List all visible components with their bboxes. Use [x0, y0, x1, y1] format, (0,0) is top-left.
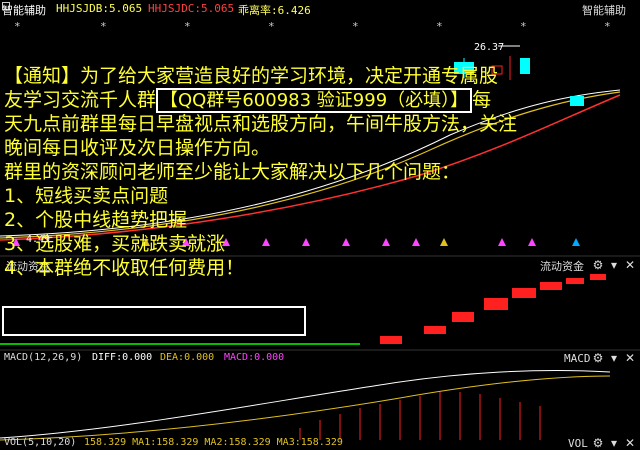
notice-item: 4、本群绝不收取任何费用！: [4, 257, 245, 279]
notice-line: 【通知】为了给大家营造良好的学习环境，决定开通专属股: [4, 65, 499, 87]
chevron-down-icon[interactable]: ▾: [608, 352, 620, 364]
marker-star: *: [268, 20, 275, 33]
marker-star: *: [604, 20, 611, 33]
notice-item: 3、选股难，买就跌卖就涨: [4, 233, 226, 255]
qq-group-box[interactable]: 【QQ群号600983 验证999（必填）】: [156, 88, 473, 113]
macd-diff: DIFF:0.000: [92, 352, 153, 363]
gear-icon[interactable]: ⚙: [592, 437, 604, 449]
marker-star: *: [184, 20, 191, 33]
macd-dea: DEA:0.000: [160, 352, 215, 363]
marker-star: *: [100, 20, 107, 33]
notice-item: 1、短线买卖点问题: [4, 185, 169, 207]
macd-bars: [299, 392, 541, 440]
marker-star: *: [352, 20, 359, 33]
notice-line: 群里的资深顾问老师至少能让大家解决以下几个问题：: [4, 161, 461, 183]
notice-line: 晚间每日收评及次日操作方向。: [4, 137, 271, 159]
close-icon[interactable]: ✕: [624, 352, 636, 364]
vol-title: VOL: [568, 437, 588, 450]
notice-line: 友学习交流千人群 【QQ群号600983 验证999（必填）】每: [4, 88, 640, 113]
macd-title: MACD: [564, 352, 591, 365]
marker-star: *: [520, 20, 527, 33]
close-icon[interactable]: ✕: [624, 437, 636, 449]
chevron-down-icon[interactable]: ▾: [608, 437, 620, 449]
macd-label: MACD(12,26,9): [4, 352, 83, 363]
notice-overlay: 【通知】为了给大家营造良好的学习环境，决定开通专属股 友学习交流千人群 【QQ群号…: [4, 64, 640, 280]
marker-star: *: [14, 20, 21, 33]
notice-text: 每: [472, 89, 492, 111]
vol-values: 158.329 MA1:158.329 MA2:158.329 MA3:158.…: [84, 437, 343, 448]
diff-line: [0, 370, 611, 439]
dea-line: [0, 375, 611, 441]
macd-value: MACD:0.000: [224, 352, 285, 363]
marker-star: *: [436, 20, 443, 33]
notice-item: 2、个股中线趋势把握: [4, 209, 188, 231]
free-notice-box: [2, 306, 306, 336]
notice-text: 友学习交流千人群: [4, 89, 157, 111]
gear-icon[interactable]: ⚙: [592, 352, 604, 364]
peak-label: 26.37: [474, 42, 504, 53]
notice-line: 天九点前群里每日早盘视点和选股方向，午间牛股方法，关注: [4, 113, 518, 135]
vol-label: VOL(5,10,20): [4, 437, 77, 448]
